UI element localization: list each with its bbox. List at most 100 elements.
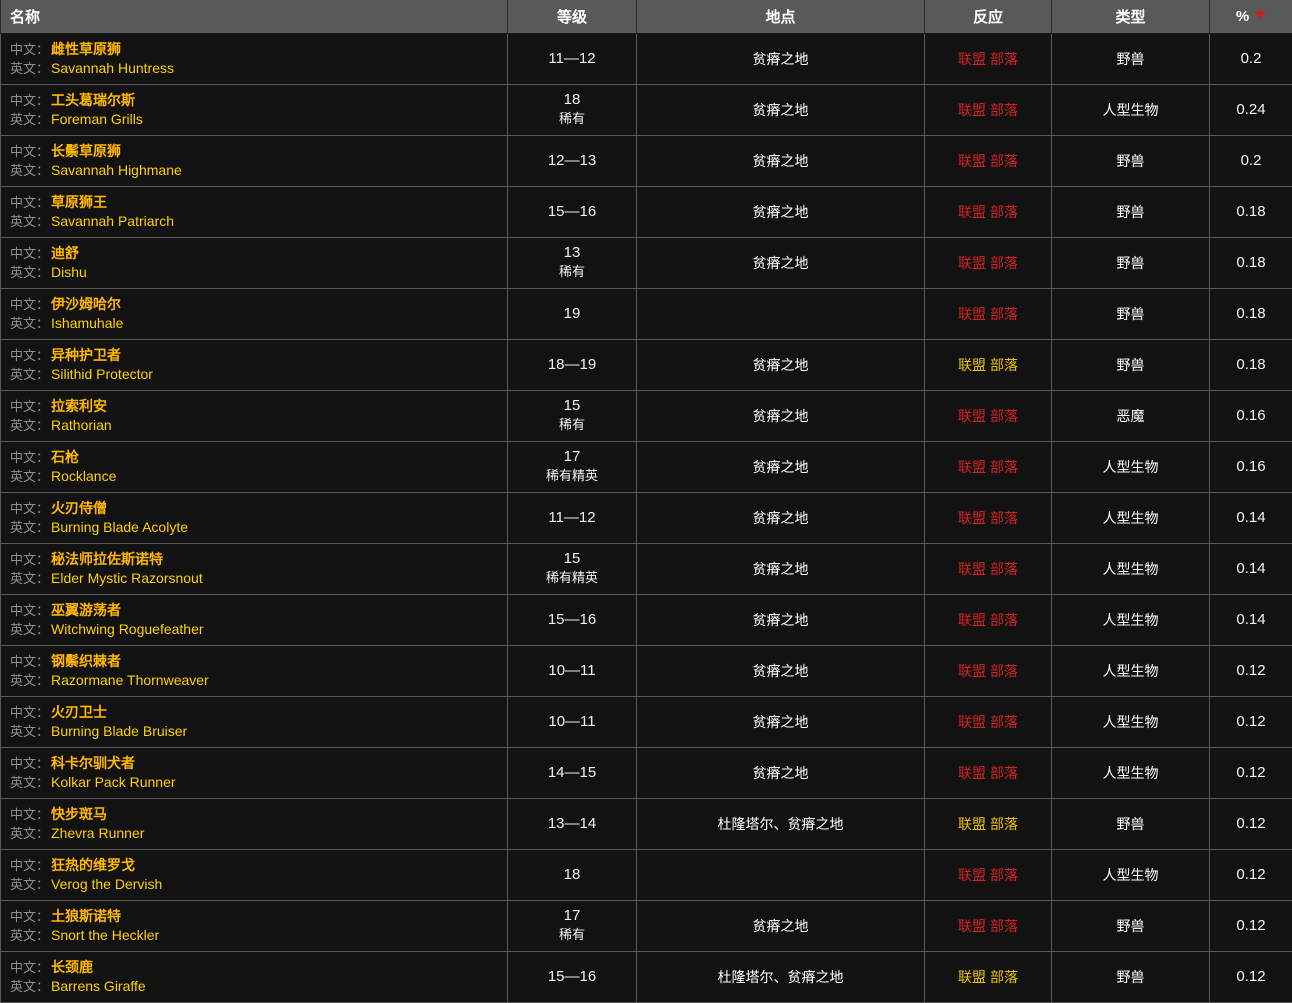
cell-name[interactable]: 中文：科卡尔驯犬者英文：Kolkar Pack Runner	[1, 747, 508, 798]
table-row[interactable]: 中文：长颈鹿英文：Barrens Giraffe15—16杜隆塔尔、贫瘠之地联盟…	[1, 951, 1292, 1002]
cell-name[interactable]: 中文：异种护卫者英文：Silithid Protector	[1, 339, 508, 390]
name-chinese[interactable]: 巫翼游荡者	[51, 602, 121, 618]
cell-location[interactable]: 贫瘠之地	[637, 594, 925, 645]
cell-location[interactable]: 贫瘠之地	[637, 390, 925, 441]
cell-location[interactable]: 贫瘠之地	[637, 696, 925, 747]
cell-name[interactable]: 中文：狂热的维罗戈英文：Verog the Dervish	[1, 849, 508, 900]
table-row[interactable]: 中文：伊沙姆哈尔英文：Ishamuhale19联盟部落野兽0.18	[1, 288, 1292, 339]
name-chinese[interactable]: 长鬃草原狮	[51, 143, 121, 159]
name-english[interactable]: Elder Mystic Razorsnout	[51, 570, 203, 586]
cell-location[interactable]: 贫瘠之地	[637, 543, 925, 594]
cell-location[interactable]	[637, 288, 925, 339]
name-chinese[interactable]: 雌性草原狮	[51, 41, 121, 57]
table-row[interactable]: 中文：异种护卫者英文：Silithid Protector18—19贫瘠之地联盟…	[1, 339, 1292, 390]
cell-name[interactable]: 中文：快步斑马英文：Zhevra Runner	[1, 798, 508, 849]
column-header-level[interactable]: 等级	[508, 0, 637, 33]
name-chinese[interactable]: 火刃侍僧	[51, 500, 107, 516]
column-header-reaction[interactable]: 反应	[925, 0, 1052, 33]
column-header-percent[interactable]: %	[1210, 0, 1292, 33]
name-chinese[interactable]: 拉索利安	[51, 398, 107, 414]
cell-location[interactable]: 贫瘠之地	[637, 84, 925, 135]
name-english[interactable]: Witchwing Roguefeather	[51, 621, 204, 637]
name-chinese[interactable]: 快步斑马	[51, 806, 107, 822]
cell-name[interactable]: 中文：巫翼游荡者英文：Witchwing Roguefeather	[1, 594, 508, 645]
cell-location[interactable]: 杜隆塔尔、贫瘠之地	[637, 951, 925, 1002]
name-chinese[interactable]: 火刃卫士	[51, 704, 107, 720]
table-row[interactable]: 中文：快步斑马英文：Zhevra Runner13—14杜隆塔尔、贫瘠之地联盟部…	[1, 798, 1292, 849]
name-english[interactable]: Rathorian	[51, 417, 112, 433]
name-chinese[interactable]: 钢鬃织棘者	[51, 653, 121, 669]
cell-name[interactable]: 中文：火刃侍僧英文：Burning Blade Acolyte	[1, 492, 508, 543]
cell-location[interactable]: 贫瘠之地	[637, 33, 925, 84]
cell-name[interactable]: 中文：雌性草原狮英文：Savannah Huntress	[1, 33, 508, 84]
name-english[interactable]: Ishamuhale	[51, 315, 123, 331]
name-english[interactable]: Savannah Patriarch	[51, 213, 174, 229]
cell-name[interactable]: 中文：火刃卫士英文：Burning Blade Bruiser	[1, 696, 508, 747]
name-english[interactable]: Burning Blade Acolyte	[51, 519, 188, 535]
name-english[interactable]: Zhevra Runner	[51, 825, 144, 841]
name-chinese[interactable]: 伊沙姆哈尔	[51, 296, 121, 312]
name-chinese[interactable]: 草原狮王	[51, 194, 107, 210]
column-header-type[interactable]: 类型	[1052, 0, 1210, 33]
cell-name[interactable]: 中文：拉索利安英文：Rathorian	[1, 390, 508, 441]
table-row[interactable]: 中文：秘法师拉佐斯诺特英文：Elder Mystic Razorsnout15稀…	[1, 543, 1292, 594]
cell-location[interactable]: 贫瘠之地	[637, 441, 925, 492]
cell-name[interactable]: 中文：长颈鹿英文：Barrens Giraffe	[1, 951, 508, 1002]
name-english[interactable]: Burning Blade Bruiser	[51, 723, 187, 739]
table-row[interactable]: 中文：狂热的维罗戈英文：Verog the Dervish18联盟部落人型生物0…	[1, 849, 1292, 900]
cell-name[interactable]: 中文：草原狮王英文：Savannah Patriarch	[1, 186, 508, 237]
cell-name[interactable]: 中文：长鬃草原狮英文：Savannah Highmane	[1, 135, 508, 186]
table-row[interactable]: 中文：钢鬃织棘者英文：Razormane Thornweaver10—11贫瘠之…	[1, 645, 1292, 696]
table-row[interactable]: 中文：迪舒英文：Dishu13稀有贫瘠之地联盟部落野兽0.18	[1, 237, 1292, 288]
table-row[interactable]: 中文：巫翼游荡者英文：Witchwing Roguefeather15—16贫瘠…	[1, 594, 1292, 645]
table-row[interactable]: 中文：长鬃草原狮英文：Savannah Highmane12—13贫瘠之地联盟部…	[1, 135, 1292, 186]
cell-location[interactable]: 贫瘠之地	[637, 645, 925, 696]
cell-location[interactable]	[637, 849, 925, 900]
name-chinese[interactable]: 科卡尔驯犬者	[51, 755, 135, 771]
name-chinese[interactable]: 工头葛瑞尔斯	[51, 92, 135, 108]
cell-location[interactable]: 贫瘠之地	[637, 492, 925, 543]
name-english[interactable]: Verog the Dervish	[51, 876, 162, 892]
cell-name[interactable]: 中文：土狼斯诺特英文：Snort the Heckler	[1, 900, 508, 951]
name-english[interactable]: Savannah Huntress	[51, 60, 174, 76]
name-english[interactable]: Foreman Grills	[51, 111, 143, 127]
sort-descending-caret-icon[interactable]	[1254, 11, 1266, 19]
cell-location[interactable]: 贫瘠之地	[637, 339, 925, 390]
name-chinese[interactable]: 异种护卫者	[51, 347, 121, 363]
column-header-name[interactable]: 名称	[1, 0, 508, 33]
name-chinese[interactable]: 狂热的维罗戈	[51, 857, 135, 873]
cell-location[interactable]: 贫瘠之地	[637, 135, 925, 186]
table-row[interactable]: 中文：科卡尔驯犬者英文：Kolkar Pack Runner14—15贫瘠之地联…	[1, 747, 1292, 798]
table-row[interactable]: 中文：石枪英文：Rocklance17稀有精英贫瘠之地联盟部落人型生物0.16	[1, 441, 1292, 492]
cell-location[interactable]: 贫瘠之地	[637, 237, 925, 288]
table-row[interactable]: 中文：火刃侍僧英文：Burning Blade Acolyte11—12贫瘠之地…	[1, 492, 1292, 543]
cell-name[interactable]: 中文：石枪英文：Rocklance	[1, 441, 508, 492]
table-row[interactable]: 中文：工头葛瑞尔斯英文：Foreman Grills18稀有贫瘠之地联盟部落人型…	[1, 84, 1292, 135]
table-row[interactable]: 中文：草原狮王英文：Savannah Patriarch15—16贫瘠之地联盟部…	[1, 186, 1292, 237]
table-row[interactable]: 中文：土狼斯诺特英文：Snort the Heckler17稀有贫瘠之地联盟部落…	[1, 900, 1292, 951]
cell-name[interactable]: 中文：钢鬃织棘者英文：Razormane Thornweaver	[1, 645, 508, 696]
name-chinese[interactable]: 石枪	[51, 449, 79, 465]
table-row[interactable]: 中文：火刃卫士英文：Burning Blade Bruiser10—11贫瘠之地…	[1, 696, 1292, 747]
cell-location[interactable]: 贫瘠之地	[637, 186, 925, 237]
name-english[interactable]: Dishu	[51, 264, 87, 280]
cell-name[interactable]: 中文：秘法师拉佐斯诺特英文：Elder Mystic Razorsnout	[1, 543, 508, 594]
cell-name[interactable]: 中文：伊沙姆哈尔英文：Ishamuhale	[1, 288, 508, 339]
name-english[interactable]: Kolkar Pack Runner	[51, 774, 176, 790]
name-english[interactable]: Barrens Giraffe	[51, 978, 146, 994]
name-english[interactable]: Snort the Heckler	[51, 927, 159, 943]
name-chinese[interactable]: 迪舒	[51, 245, 79, 261]
table-row[interactable]: 中文：拉索利安英文：Rathorian15稀有贫瘠之地联盟部落恶魔0.16	[1, 390, 1292, 441]
name-chinese[interactable]: 长颈鹿	[51, 959, 93, 975]
name-english[interactable]: Silithid Protector	[51, 366, 153, 382]
column-header-location[interactable]: 地点	[637, 0, 925, 33]
cell-name[interactable]: 中文：工头葛瑞尔斯英文：Foreman Grills	[1, 84, 508, 135]
cell-location[interactable]: 贫瘠之地	[637, 747, 925, 798]
name-chinese[interactable]: 秘法师拉佐斯诺特	[51, 551, 163, 567]
cell-name[interactable]: 中文：迪舒英文：Dishu	[1, 237, 508, 288]
cell-location[interactable]: 杜隆塔尔、贫瘠之地	[637, 798, 925, 849]
name-english[interactable]: Razormane Thornweaver	[51, 672, 209, 688]
name-chinese[interactable]: 土狼斯诺特	[51, 908, 121, 924]
name-english[interactable]: Rocklance	[51, 468, 116, 484]
table-row[interactable]: 中文：雌性草原狮英文：Savannah Huntress11—12贫瘠之地联盟部…	[1, 33, 1292, 84]
